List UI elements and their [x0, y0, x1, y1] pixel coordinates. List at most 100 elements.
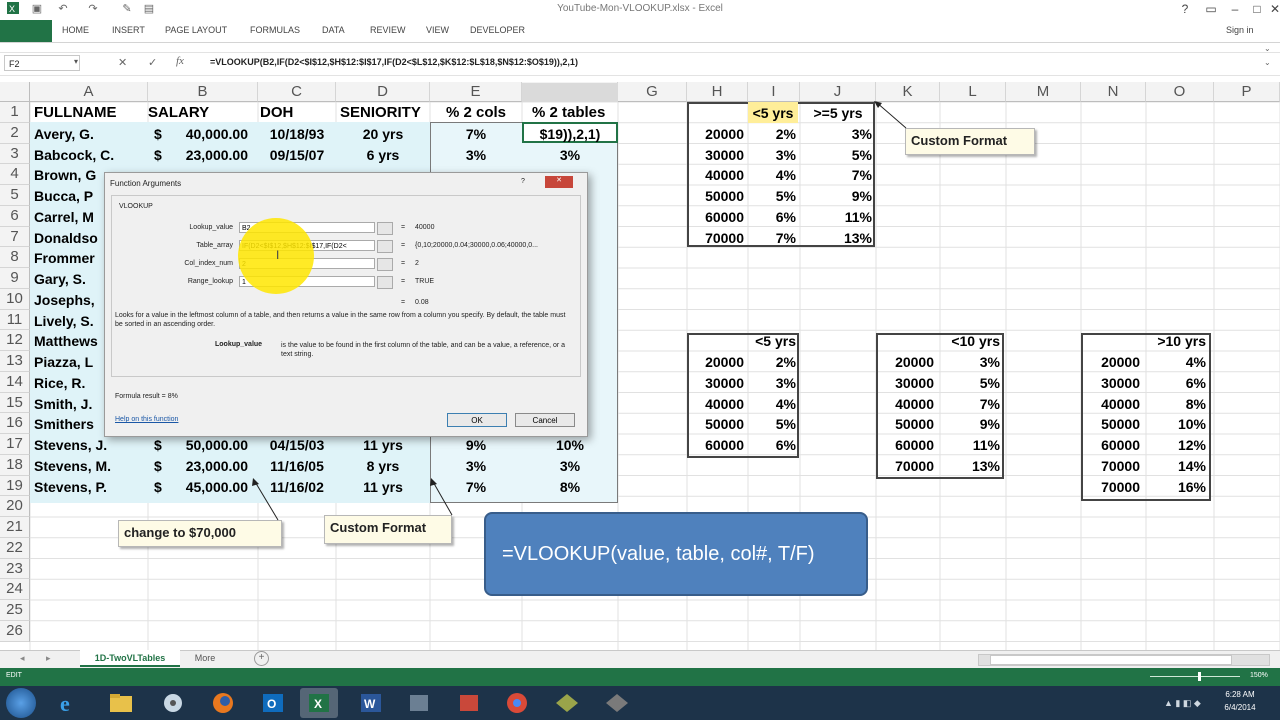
salary-cell[interactable]: 40,000.00	[168, 124, 248, 144]
header-fullname[interactable]: FULLNAME	[34, 103, 117, 123]
table-top-salary[interactable]: 70000	[688, 228, 744, 248]
column-header-c[interactable]: C	[258, 82, 336, 102]
table_lt5-salary[interactable]: 20000	[688, 352, 744, 372]
table_gt10-salary[interactable]: 60000	[1084, 435, 1140, 455]
table_lt10-head[interactable]: <10 yrs	[940, 331, 1000, 351]
table_lt10-salary[interactable]: 50000	[878, 414, 934, 434]
row-header-23[interactable]: 23	[0, 558, 30, 580]
table_gt10-salary[interactable]: 70000	[1084, 477, 1140, 497]
column-header-h[interactable]: H	[687, 82, 748, 102]
seniority-cell[interactable]: 6 yrs	[336, 145, 430, 165]
table-top-salary[interactable]: 50000	[688, 186, 744, 206]
salary-cell[interactable]: 45,000.00	[168, 477, 248, 497]
column-header-p[interactable]: P	[1214, 82, 1280, 102]
zoom-level[interactable]: 150%	[1250, 672, 1268, 679]
doh-cell[interactable]: 11/16/05	[258, 456, 336, 476]
table_lt5-pct[interactable]: 2%	[748, 352, 796, 372]
column-header-g[interactable]: G	[618, 82, 687, 102]
tab-scroll-right-icon[interactable]: ▸	[46, 653, 51, 664]
row-header-8[interactable]: 8	[0, 247, 30, 268]
table_gt10-head[interactable]: >10 yrs	[1146, 331, 1206, 351]
table_gt10-pct[interactable]: 4%	[1146, 352, 1206, 372]
row-header-11[interactable]: 11	[0, 309, 30, 331]
outlook-icon[interactable]: O	[254, 688, 292, 718]
pct-2-tables-cell[interactable]: 8%	[522, 477, 618, 497]
table_lt10-pct[interactable]: 13%	[940, 456, 1000, 476]
table_lt5-salary[interactable]: 50000	[688, 414, 744, 434]
function-arguments-dialog[interactable]: Function Arguments ? ✕ VLOOKUP Lookup_va…	[104, 172, 588, 437]
table_lt10-pct[interactable]: 9%	[940, 414, 1000, 434]
row-header-2[interactable]: 2	[0, 122, 30, 144]
table-top-ge5[interactable]: 13%	[800, 228, 872, 248]
table_lt10-salary[interactable]: 40000	[878, 394, 934, 414]
table_lt5-pct[interactable]: 4%	[748, 394, 796, 414]
table_lt5-head[interactable]: <5 yrs	[748, 331, 796, 351]
pct-2-cols-cell[interactable]: 9%	[430, 435, 522, 455]
row-header-25[interactable]: 25	[0, 600, 30, 621]
horizontal-scrollbar-thumb[interactable]	[990, 655, 1232, 665]
cancel-button[interactable]: Cancel	[515, 413, 575, 427]
name-cell[interactable]: Stevens, J.	[34, 435, 107, 455]
table-top-ge5[interactable]: 7%	[800, 165, 872, 185]
table-top-salary[interactable]: 20000	[688, 124, 744, 144]
column-header-a[interactable]: A	[30, 82, 148, 102]
select-all-corner[interactable]	[0, 82, 30, 102]
tab-file[interactable]	[0, 20, 52, 42]
save-icon[interactable]: ▣	[30, 2, 44, 16]
cancel-entry-icon[interactable]: ✕	[118, 56, 127, 69]
doh-cell[interactable]: 10/18/93	[258, 124, 336, 144]
table_lt5-salary[interactable]: 40000	[688, 394, 744, 414]
table-top-salary[interactable]: 40000	[688, 165, 744, 185]
sign-in-link[interactable]: Sign in	[1226, 25, 1254, 35]
row-header-19[interactable]: 19	[0, 475, 30, 497]
table_lt10-pct[interactable]: 3%	[940, 352, 1000, 372]
pct-2-tables-cell[interactable]: 10%	[522, 435, 618, 455]
header-pct-2-tables[interactable]: % 2 tables	[532, 103, 605, 123]
name-cell[interactable]: Matthews	[34, 331, 98, 351]
table_lt5-pct[interactable]: 6%	[748, 435, 796, 455]
tab-view[interactable]: VIEW	[426, 25, 449, 35]
sheet-tab-more[interactable]: More	[182, 650, 228, 667]
clock-time[interactable]: 6:28 AM	[1218, 690, 1262, 699]
table_gt10-pct[interactable]: 6%	[1146, 373, 1206, 393]
ribbon-display-icon[interactable]: ▭	[1198, 0, 1224, 18]
name-cell[interactable]: Bucca, P	[34, 186, 93, 206]
tab-scroll-left-icon[interactable]: ◂	[20, 653, 25, 664]
name-cell[interactable]: Stevens, M.	[34, 456, 111, 476]
header-salary[interactable]: SALARY	[148, 103, 209, 123]
row-header-10[interactable]: 10	[0, 288, 30, 310]
pct-2-tables-cell[interactable]: $19)),2,1)	[522, 124, 618, 144]
collapse-icon-range-lookup[interactable]	[377, 276, 393, 289]
name-cell[interactable]: Carrel, M	[34, 207, 94, 227]
sheet-tab-active[interactable]: 1D-TwoVLTables	[80, 650, 180, 667]
table_gt10-pct[interactable]: 12%	[1146, 435, 1206, 455]
name-cell[interactable]: Babcock, C.	[34, 145, 114, 165]
table_lt10-pct[interactable]: 7%	[940, 394, 1000, 414]
column-header-e[interactable]: E	[430, 82, 522, 102]
name-cell[interactable]: Avery, G.	[34, 124, 94, 144]
redo-icon[interactable]: ↷	[86, 2, 100, 16]
table_gt10-pct[interactable]: 16%	[1146, 477, 1206, 497]
excel-app-icon[interactable]: X	[6, 2, 20, 16]
table-top-lt5[interactable]: 5%	[748, 186, 796, 206]
row-header-24[interactable]: 24	[0, 579, 30, 600]
column-header-d[interactable]: D	[336, 82, 430, 102]
table_lt10-pct[interactable]: 11%	[940, 435, 1000, 455]
salary-cell[interactable]: 23,000.00	[168, 456, 248, 476]
pct-2-cols-cell[interactable]: 7%	[430, 124, 522, 144]
file-explorer-icon[interactable]	[102, 688, 140, 718]
tab-page-layout[interactable]: PAGE LAYOUT	[165, 25, 227, 35]
formula-expand-icon[interactable]: ⌄	[1264, 58, 1271, 67]
help-icon[interactable]: ?	[1172, 0, 1198, 18]
row-header-18[interactable]: 18	[0, 454, 30, 476]
zoom-slider-thumb[interactable]	[1198, 672, 1201, 681]
salary-cell[interactable]: 50,000.00	[168, 435, 248, 455]
word-icon[interactable]: W	[352, 688, 390, 718]
table-top-ge5[interactable]: 9%	[800, 186, 872, 206]
row-header-13[interactable]: 13	[0, 351, 30, 372]
excel-taskbar-icon[interactable]: X	[300, 688, 338, 718]
table_lt10-salary[interactable]: 60000	[878, 435, 934, 455]
name-box[interactable]: F2	[4, 55, 80, 71]
salary-dollar[interactable]: $	[154, 124, 162, 144]
name-cell[interactable]: Josephs,	[34, 290, 95, 310]
